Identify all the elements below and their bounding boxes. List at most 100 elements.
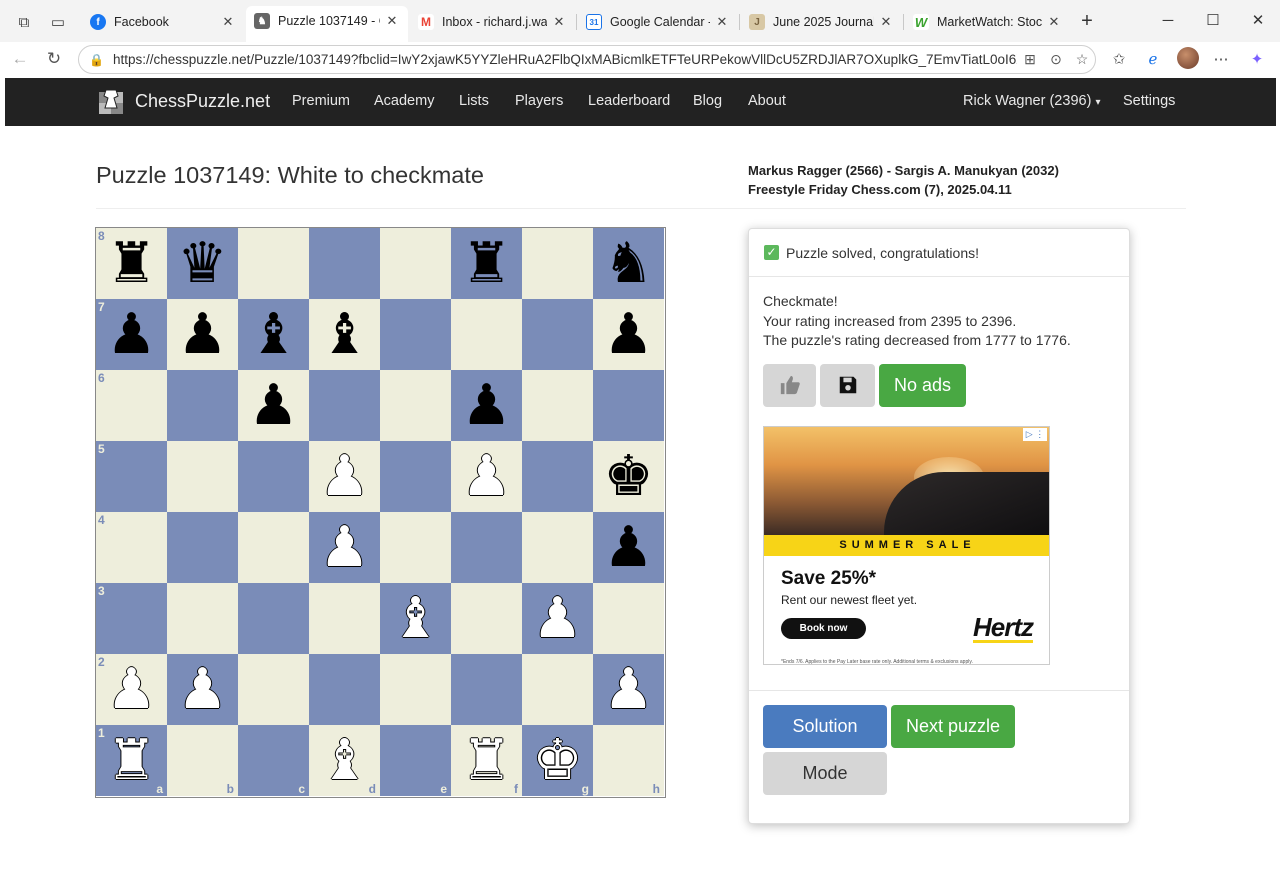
square-g7[interactable] — [522, 299, 593, 370]
square-b2[interactable]: ♟ — [167, 654, 238, 725]
square-c1[interactable]: c — [238, 725, 309, 796]
white-rook-icon[interactable]: ♜ — [461, 732, 511, 789]
browser-tab-facebook[interactable]: f Facebook ✕ — [82, 8, 244, 36]
square-e8[interactable] — [380, 228, 451, 299]
square-d8[interactable] — [309, 228, 380, 299]
black-pawn-icon[interactable]: ♟ — [106, 306, 156, 363]
black-rook-icon[interactable]: ♜ — [461, 235, 511, 292]
advertisement[interactable]: ▷ ⋮ SUMMER SALE Save 25%* Rent our newes… — [763, 425, 1050, 665]
white-pawn-icon[interactable]: ♟ — [603, 661, 653, 718]
close-tab-icon[interactable]: ✕ — [878, 14, 894, 30]
white-pawn-icon[interactable]: ♟ — [106, 661, 156, 718]
favorites-icon[interactable]: ✩ — [1108, 49, 1130, 71]
square-b1[interactable]: b — [167, 725, 238, 796]
square-c7[interactable]: ♝ — [238, 299, 309, 370]
square-d7[interactable]: ♝ — [309, 299, 380, 370]
square-b4[interactable] — [167, 512, 238, 583]
white-pawn-icon[interactable]: ♟ — [177, 661, 227, 718]
square-a4[interactable]: 4 — [96, 512, 167, 583]
square-f3[interactable] — [451, 583, 522, 654]
square-g2[interactable] — [522, 654, 593, 725]
browser-tab-marketwatch[interactable]: W MarketWatch: Stock M ✕ — [905, 8, 1070, 36]
nav-blog[interactable]: Blog — [693, 93, 722, 109]
read-aloud-icon[interactable]: ⊙ — [1043, 51, 1069, 68]
square-c8[interactable] — [238, 228, 309, 299]
square-d5[interactable]: ♟ — [309, 441, 380, 512]
square-a1[interactable]: 1 a ♜ — [96, 725, 167, 796]
square-h6[interactable] — [593, 370, 664, 441]
square-a8[interactable]: 8 ♜ — [96, 228, 167, 299]
square-e5[interactable] — [380, 441, 451, 512]
square-f7[interactable] — [451, 299, 522, 370]
close-tab-icon[interactable]: ✕ — [384, 13, 400, 29]
square-e6[interactable] — [380, 370, 451, 441]
white-bishop-icon[interactable]: ♝ — [319, 732, 369, 789]
mode-button[interactable]: Mode — [763, 752, 887, 795]
close-tab-icon[interactable]: ✕ — [220, 14, 236, 30]
nav-leaderboard[interactable]: Leaderboard — [588, 93, 670, 109]
square-b6[interactable] — [167, 370, 238, 441]
user-menu[interactable]: Rick Wagner (2396) ▾ — [963, 93, 1100, 109]
square-g3[interactable]: ♟ — [522, 583, 593, 654]
square-e7[interactable] — [380, 299, 451, 370]
reload-icon[interactable]: ↻ — [42, 47, 66, 71]
square-c6[interactable]: ♟ — [238, 370, 309, 441]
white-pawn-icon[interactable]: ♟ — [461, 448, 511, 505]
browser-tab-gmail[interactable]: M Inbox - richard.j.wagn ✕ — [410, 8, 575, 36]
square-f6[interactable]: ♟ — [451, 370, 522, 441]
square-g4[interactable] — [522, 512, 593, 583]
white-bishop-icon[interactable]: ♝ — [390, 590, 440, 647]
square-b8[interactable]: ♛ — [167, 228, 238, 299]
browser-tab-calendar[interactable]: 31 Google Calendar - W ✕ — [578, 8, 738, 36]
square-h5[interactable]: ♚ — [593, 441, 664, 512]
square-h3[interactable] — [593, 583, 664, 654]
square-g8[interactable] — [522, 228, 593, 299]
square-g6[interactable] — [522, 370, 593, 441]
square-c3[interactable] — [238, 583, 309, 654]
square-e3[interactable]: ♝ — [380, 583, 451, 654]
black-king-icon[interactable]: ♚ — [603, 448, 653, 505]
no-ads-button[interactable]: No ads — [879, 363, 966, 407]
white-rook-icon[interactable]: ♜ — [106, 732, 156, 789]
square-e1[interactable]: e — [380, 725, 451, 796]
like-button[interactable] — [763, 363, 816, 407]
white-pawn-icon[interactable]: ♟ — [319, 519, 369, 576]
back-icon[interactable]: ← — [8, 47, 32, 71]
new-tab-icon[interactable]: + — [1076, 10, 1098, 32]
white-pawn-icon[interactable]: ♟ — [532, 590, 582, 647]
square-f1[interactable]: f ♜ — [451, 725, 522, 796]
nav-academy[interactable]: Academy — [374, 93, 434, 109]
browser-tab-chesspuzzle[interactable]: ♞ Puzzle 1037149 - Che ✕ — [246, 6, 408, 42]
square-f8[interactable]: ♜ — [451, 228, 522, 299]
square-d1[interactable]: d ♝ — [309, 725, 380, 796]
solution-button[interactable]: Solution — [763, 705, 887, 748]
maximize-icon[interactable]: ☐ — [1198, 10, 1228, 32]
url-field[interactable]: 🔒 https://chesspuzzle.net/Puzzle/1037149… — [78, 45, 1096, 74]
nav-settings[interactable]: Settings — [1123, 93, 1175, 109]
chess-board[interactable]: 8 ♜ ♛ ♜ ♞ 7 ♟ ♟ ♝ ♝ ♟ 6 ♟ ♟ 5 ♟ ♟ ♚ 4 ♟ ♟ 3 ♝ ♟ 2 ♟ ♟ ♟ 1 a ♜ b c d ♝ e f ♜ g ♚… — [95, 227, 666, 798]
black-pawn-icon[interactable]: ♟ — [248, 377, 298, 434]
square-h2[interactable]: ♟ — [593, 654, 664, 725]
app-available-icon[interactable]: ⊞ — [1017, 51, 1043, 68]
square-c4[interactable] — [238, 512, 309, 583]
adchoices-icon[interactable]: ▷ ⋮ — [1023, 427, 1047, 441]
copilot-icon[interactable]: ✦ — [1246, 49, 1268, 71]
black-bishop-icon[interactable]: ♝ — [319, 306, 369, 363]
site-brand[interactable]: ChessPuzzle.net — [97, 86, 270, 116]
square-e4[interactable] — [380, 512, 451, 583]
square-d4[interactable]: ♟ — [309, 512, 380, 583]
square-g5[interactable] — [522, 441, 593, 512]
square-h8[interactable]: ♞ — [593, 228, 664, 299]
close-tab-icon[interactable]: ✕ — [714, 14, 730, 30]
ad-book-now-button[interactable]: Book now — [781, 617, 866, 639]
black-queen-icon[interactable]: ♛ — [177, 235, 227, 292]
nav-premium[interactable]: Premium — [292, 93, 350, 109]
square-a6[interactable]: 6 — [96, 370, 167, 441]
internet-explorer-mode-icon[interactable]: ℯ — [1142, 49, 1164, 71]
square-d3[interactable] — [309, 583, 380, 654]
white-pawn-icon[interactable]: ♟ — [319, 448, 369, 505]
close-tab-icon[interactable]: ✕ — [1046, 14, 1062, 30]
square-b5[interactable] — [167, 441, 238, 512]
square-a7[interactable]: 7 ♟ — [96, 299, 167, 370]
square-h1[interactable]: h — [593, 725, 664, 796]
